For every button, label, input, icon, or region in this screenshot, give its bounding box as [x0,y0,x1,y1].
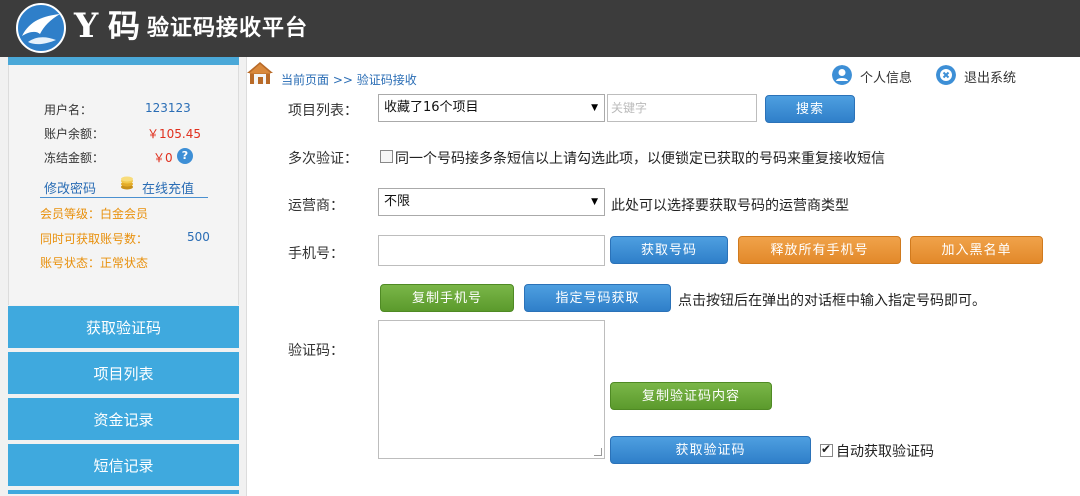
carrier-select-value: 不限 [384,194,411,209]
change-password-link[interactable]: 修改密码 [44,178,96,197]
multi-verify-desc: 同一个号码接多条短信以上请勾选此项，以便锁定已获取的号码来重复接收短信 [395,151,885,167]
frozen-label: 冻结金额： [44,151,105,165]
code-textarea[interactable] [378,320,605,459]
specify-number-button[interactable]: 指定号码获取 [524,284,671,312]
brand-ma: 码 [108,7,141,45]
nav-more[interactable] [8,490,239,496]
balance-label: 账户余额： [44,127,105,141]
breadcrumb: 当前页面 >> 验证码接收 [281,73,417,87]
account-status: 账号状态：正常状态 [40,256,149,270]
help-icon[interactable]: ? [177,148,193,164]
frozen-value: ￥0 [153,151,173,165]
username-value: 123123 [145,101,191,115]
specify-desc: 点击按钮后在弹出的对话框中输入指定号码即可。 [678,293,986,309]
logout-link[interactable]: 退出系统 [964,67,1016,86]
user-icon[interactable] [832,65,852,85]
carrier-desc: 此处可以选择要获取号码的运营商类型 [611,198,849,214]
concurrent-label: 同时可获取账号数： [40,232,149,246]
sidebar-top-strip [8,57,239,65]
recharge-link[interactable]: 在线充值 [142,178,194,197]
phone-input[interactable] [378,235,605,266]
app-header: Y 码 验证码接收平台 [0,0,1080,57]
dropdown-arrow-icon: ▼ [591,197,598,207]
auto-get-code-label: 自动获取验证码 [836,444,934,460]
search-button[interactable]: 搜索 [765,95,855,123]
keyword-input[interactable]: 关键字 [607,94,757,122]
bird-logo-icon [16,3,66,53]
resize-handle-icon[interactable] [594,448,602,456]
app-title: 验证码接收平台 [147,16,309,41]
coins-icon [121,176,133,190]
copy-code-button[interactable]: 复制验证码内容 [610,382,772,410]
multi-verify-checkbox[interactable] [380,150,393,163]
keyword-placeholder: 关键字 [611,101,648,115]
member-level: 会员等级：白金会员 [40,207,149,221]
nav-fund-records[interactable]: 资金记录 [8,398,239,442]
multi-verify-label: 多次验证： [288,151,358,167]
project-list-label: 项目列表： [288,103,358,119]
project-select-value: 收藏了16个项目 [384,100,479,115]
get-code-button[interactable]: 获取验证码 [610,436,811,464]
balance-value: ￥105.45 [147,127,201,141]
copy-phone-button[interactable]: 复制手机号 [380,284,514,312]
carrier-label: 运营商： [288,198,344,214]
username-label: 用户名： [44,103,93,117]
user-info-link[interactable]: 个人信息 [860,67,912,86]
brand-y: Y [74,6,99,46]
nav-sms-records[interactable]: 短信记录 [8,444,239,488]
get-number-button[interactable]: 获取号码 [610,236,728,264]
blacklist-button[interactable]: 加入黑名单 [910,236,1043,264]
carrier-select[interactable]: 不限 ▼ [378,188,605,216]
nav-get-code[interactable]: 获取验证码 [8,306,239,350]
nav-project-list[interactable]: 项目列表 [8,352,239,396]
release-all-button[interactable]: 释放所有手机号 [738,236,901,264]
concurrent-value: 500 [187,230,210,244]
project-select[interactable]: 收藏了16个项目 ▼ [378,94,605,122]
dropdown-arrow-icon: ▼ [591,103,598,113]
auto-get-code-checkbox[interactable] [820,442,833,457]
close-circle-icon[interactable] [936,65,956,85]
home-icon[interactable] [245,60,275,86]
phone-label: 手机号： [288,246,344,262]
code-label: 验证码： [288,343,344,359]
sidebar-divider [40,197,208,198]
